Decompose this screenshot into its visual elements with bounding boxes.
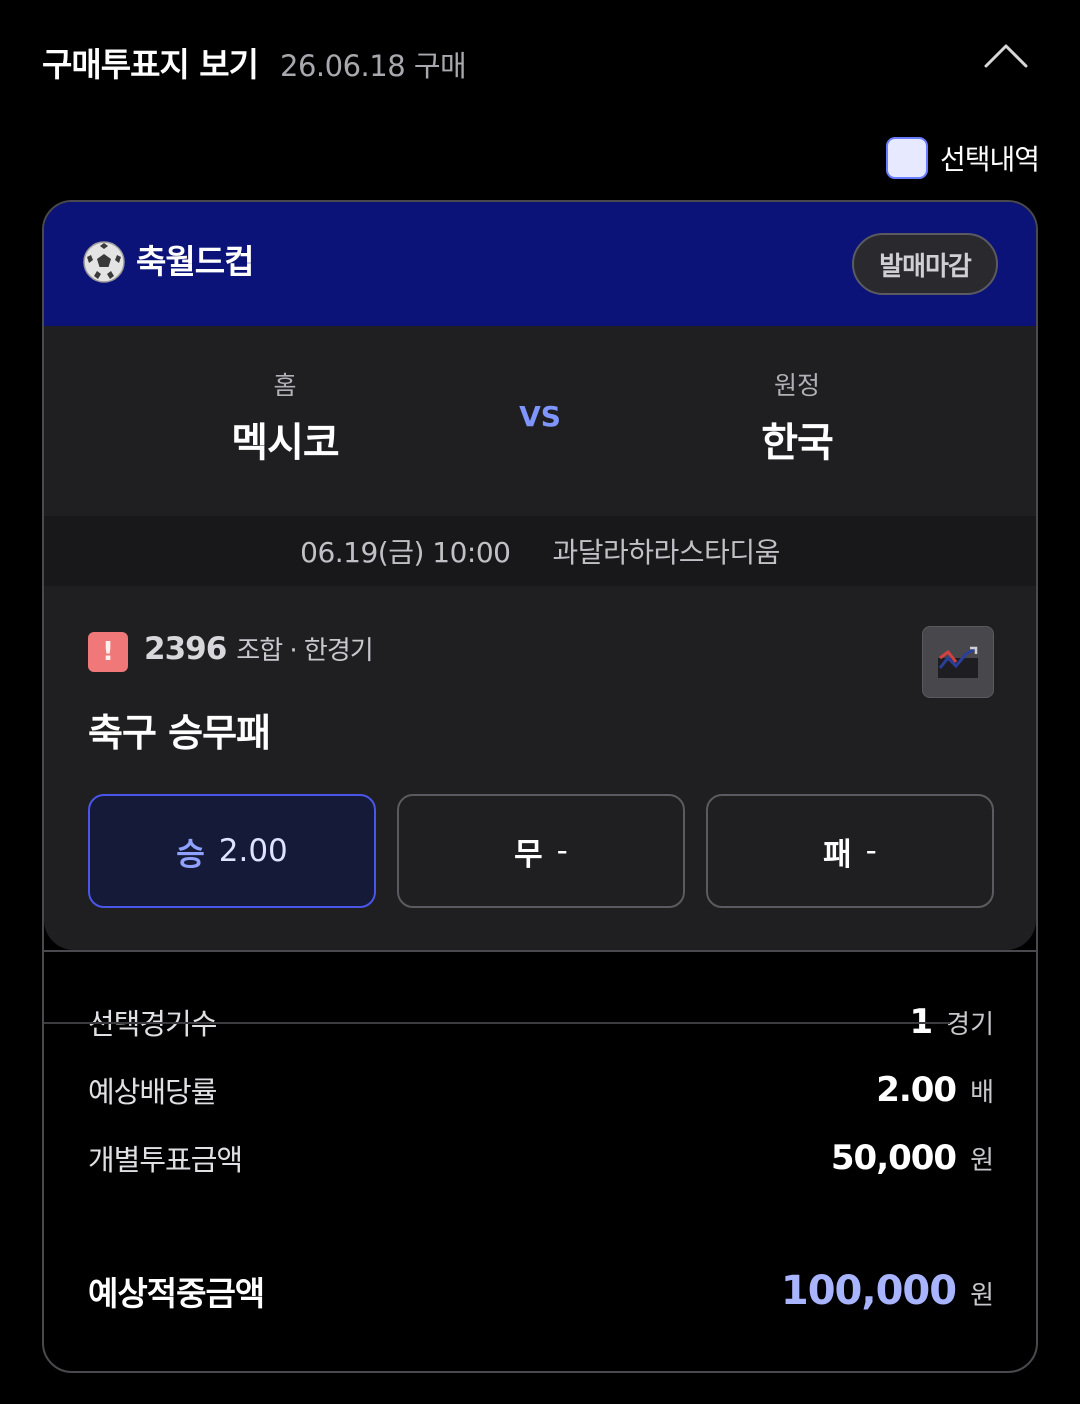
odds-label: 예상배당률 [88,1075,217,1109]
option-loss[interactable]: 패 - [706,794,994,908]
summary-divider [44,950,1036,952]
total-divider [44,1022,950,1024]
summary-row-odds: 예상배당률 2.00 배 [88,1066,994,1114]
league-bar: 축월드컵 발매마감 [44,202,1036,326]
combo-number: 2396 [144,631,227,667]
combo-text: 조합 · 한경기 [236,636,373,666]
header: 구매투표지 보기 26.06.18 구매 [42,38,467,84]
selection-label: 선택내역 [940,143,1040,176]
chart-icon[interactable] [922,626,994,698]
match-datetime: 06.19(금) 10:00 [300,536,511,569]
chevron-up-icon[interactable] [980,38,1032,78]
page-title: 구매투표지 보기 [42,45,259,84]
option-label: 패 [823,836,852,873]
payout-unit: 원 [970,1281,994,1311]
match-teams: 홈 멕시코 VS 원정 한국 [44,326,1036,516]
selection-checkbox[interactable] [886,137,928,179]
option-odds: - [556,833,568,869]
away-role-label: 원정 [773,371,820,400]
soccer-ball-icon [82,240,126,284]
vs-label: VS [519,400,561,433]
option-odds: 2.00 [218,833,288,869]
summary-row-stake: 개별투표금액 50,000 원 [88,1134,994,1182]
summary-row-payout: 예상적중금액 100,000 원 [88,1266,994,1316]
ticket-view-page: 구매투표지 보기 26.06.18 구매 선택내역 축월드컵 발매마감 홈 멕시… [0,0,1080,1404]
option-draw[interactable]: 무 - [397,794,685,908]
away-team-block: 원정 한국 [647,326,947,468]
option-label: 무 [514,836,543,873]
odds-value: 2.00 [876,1070,957,1110]
league-name: 축월드컵 [136,242,254,281]
ticket-card: 축월드컵 발매마감 홈 멕시코 VS 원정 한국 06.19(금) 10:00 … [42,200,1038,1373]
option-label: 승 [176,836,205,873]
home-role-label: 홈 [273,371,297,400]
status-badge: 발매마감 [852,233,998,295]
odds-unit: 배 [970,1078,994,1108]
payout-label: 예상적중금액 [88,1274,265,1313]
game-type-title: 축구 승무패 [88,711,271,755]
purchase-date: 26.06.18 구매 [280,49,467,83]
games-unit: 경기 [946,1010,994,1040]
option-win[interactable]: 승 2.00 [88,794,376,908]
away-team-name: 한국 [761,420,834,466]
selection-toggle[interactable]: 선택내역 [886,136,1040,180]
alert-icon: ! [88,632,128,672]
stake-label: 개별투표금액 [88,1143,243,1177]
stake-unit: 원 [970,1146,994,1176]
option-odds: - [865,833,877,869]
summary-section: 선택경기수 1 경기 예상배당률 2.00 배 개별투표금액 50,000 원 [44,950,1036,1371]
combo-info: 2396 조합 · 한경기 [144,630,374,667]
bet-section: ! 2396 조합 · 한경기 축구 승무패 승 2.00 무 - 패 - [44,586,1036,950]
home-team-name: 멕시코 [231,420,339,466]
stake-value: 50,000 [830,1138,957,1178]
payout-value: 100,000 [780,1268,957,1314]
match-info: 06.19(금) 10:00 과달라하라스타디움 [44,516,1036,586]
home-team-block: 홈 멕시코 [135,326,435,468]
match-venue: 과달라하라스타디움 [552,536,781,569]
